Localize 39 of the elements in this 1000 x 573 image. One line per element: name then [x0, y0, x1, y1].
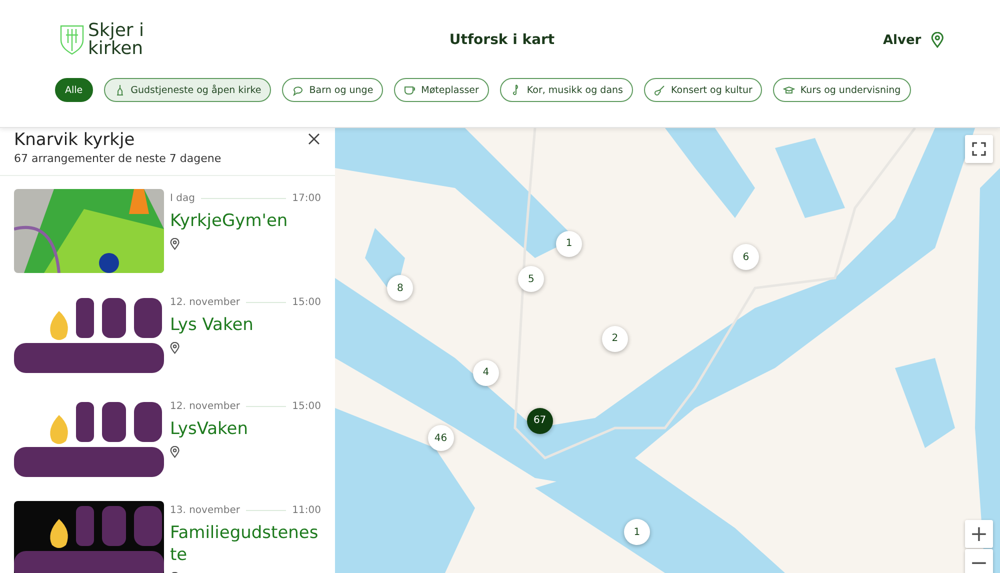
fullscreen-icon — [972, 142, 986, 156]
event-time: 11:00 — [292, 505, 321, 516]
filter-chip[interactable]: Gudstjeneste og åpen kirke — [104, 78, 272, 102]
panel-title: Knarvik kyrkje — [14, 130, 135, 150]
graduation-cap-icon — [783, 84, 796, 96]
event-date: 12. november — [170, 297, 240, 308]
event-title[interactable]: Familiegudsteneste — [170, 522, 321, 566]
location-pin-icon — [931, 32, 944, 48]
filter-chip[interactable]: Møteplasser — [394, 78, 489, 102]
event-date: 13. november — [170, 505, 240, 516]
filter-chip[interactable]: Kurs og undervisning — [773, 78, 911, 102]
event-time: 17:00 — [292, 193, 321, 204]
guitar-icon — [654, 84, 666, 96]
panel-subtitle: 67 arrangementer de neste 7 dagene — [14, 152, 222, 165]
event-date: 12. november — [170, 401, 240, 412]
event-title[interactable]: LysVaken — [170, 418, 321, 440]
logo-text: Skjer i kirken — [88, 22, 146, 58]
nav-link[interactable]: Utforsk i kart — [449, 32, 555, 48]
location-pin-icon — [170, 238, 180, 250]
filter-chip[interactable]: Konsert og kultur — [644, 78, 762, 102]
event-time: 15:00 — [292, 401, 321, 412]
speech-bubble-icon — [292, 84, 304, 96]
filter-chip[interactable]: Alle — [55, 78, 93, 102]
event-time: 15:00 — [292, 297, 321, 308]
location-pin-icon — [170, 342, 180, 354]
close-icon — [307, 132, 321, 146]
zoom-out-button[interactable]: − — [965, 549, 993, 573]
location-label[interactable]: Alver — [882, 32, 922, 48]
filter-chip[interactable]: Barn og unge — [282, 78, 384, 102]
cup-icon — [404, 84, 416, 96]
zoom-in-button[interactable]: + — [965, 520, 993, 548]
event-title[interactable]: KyrkjeGym'en — [170, 210, 321, 232]
location-pin-icon — [170, 446, 180, 458]
event-date: I dag — [170, 193, 195, 204]
shield-logo-icon — [60, 25, 84, 55]
event-title[interactable]: Lys Vaken — [170, 314, 321, 336]
fullscreen-button[interactable] — [965, 135, 993, 163]
close-button[interactable] — [307, 132, 321, 146]
filter-chip[interactable]: Kor, musikk og dans — [500, 78, 633, 102]
